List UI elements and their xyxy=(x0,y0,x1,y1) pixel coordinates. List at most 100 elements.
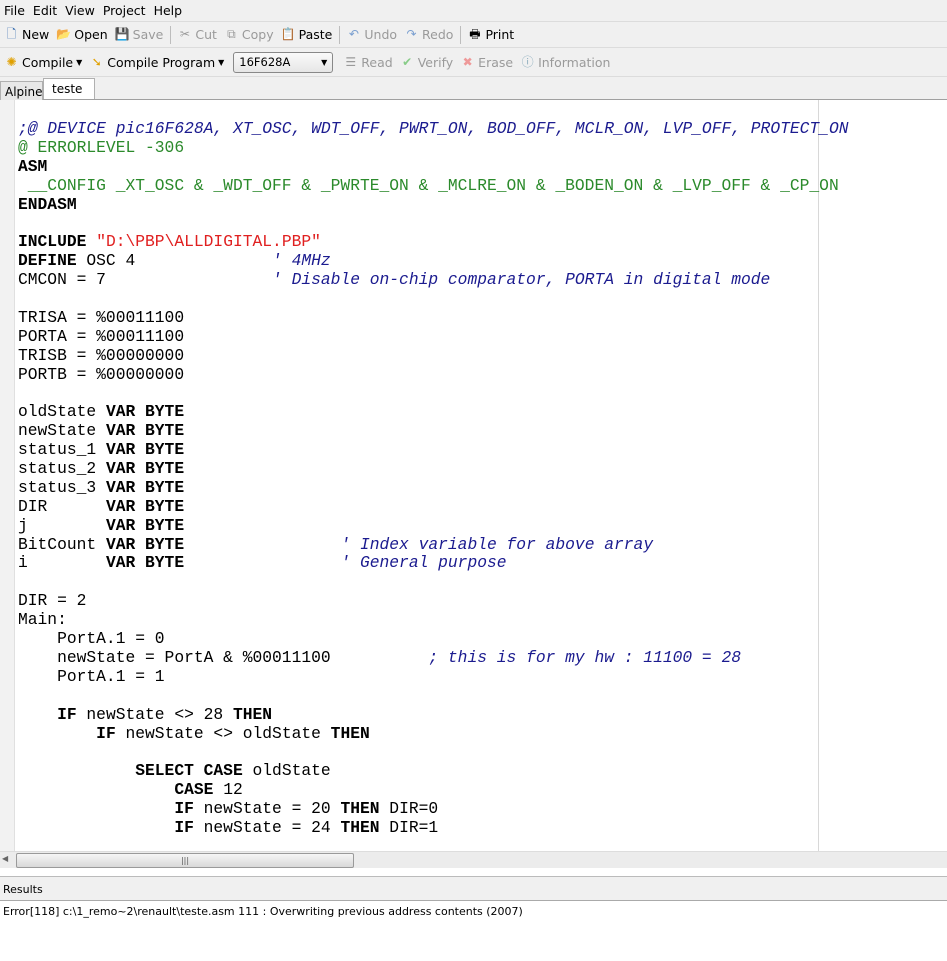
cut-button[interactable]: ✂ Cut xyxy=(177,27,217,42)
tab-teste[interactable]: teste xyxy=(43,78,95,99)
code-token: DIR=1 xyxy=(379,817,439,837)
code-token: TRISB = %00000000 xyxy=(18,345,185,365)
undo-button[interactable]: ↶ Undo xyxy=(346,27,397,42)
copy-label: Copy xyxy=(241,27,274,42)
device-value: 16F628A xyxy=(239,55,291,69)
code-line: ENDASM xyxy=(18,195,848,215)
code-token: VAR BYTE xyxy=(105,515,185,535)
verify-label: Verify xyxy=(417,54,454,70)
code-token: i xyxy=(18,553,106,573)
code-token: j xyxy=(18,515,106,535)
main-toolbar: 🗋 New 📂 Open 💾 Save ✂ Cut ⧉ Copy 📋 Paste ↶ Undo… xyxy=(0,21,947,48)
undo-label: Undo xyxy=(364,27,398,42)
code-token: ; this is for my hw : 11100 = 28 xyxy=(428,647,742,667)
verify-button[interactable]: ✔ Verify xyxy=(400,55,453,70)
menu-view[interactable]: View xyxy=(65,3,95,18)
code-token: INCLUDE xyxy=(18,232,87,252)
code-editor[interactable]: ;@ DEVICE pic16F628A, XT_OSC, WDT_OFF, P… xyxy=(0,100,947,851)
compile-button[interactable]: ✺ Compile ▼ xyxy=(4,55,82,70)
code-token: VAR BYTE xyxy=(105,402,185,422)
separator xyxy=(460,25,462,44)
redo-icon: ↷ xyxy=(406,27,417,41)
code-line: status_3 VAR BYTE xyxy=(18,477,848,498)
code-line: status_2 VAR BYTE xyxy=(18,459,848,479)
menu-project[interactable]: Project xyxy=(103,3,146,18)
new-button[interactable]: 🗋 New xyxy=(4,27,50,42)
information-label: Information xyxy=(538,54,611,70)
code-line: BitCount VAR BYTE ' Index variable for a… xyxy=(18,534,848,555)
save-icon: 💾 xyxy=(114,27,130,41)
code-token: status_3 xyxy=(18,477,106,497)
code-token: oldState xyxy=(242,761,331,781)
code-token: ;@ DEVICE pic16F628A, XT_OSC, WDT_OFF, P… xyxy=(18,119,849,138)
code-line: CMCON = 7 ' Disable on-chip comparator, … xyxy=(18,270,848,290)
copy-button[interactable]: ⧉ Copy xyxy=(224,27,274,42)
code-token: DIR xyxy=(18,496,106,516)
code-token: ' 4MHz xyxy=(272,251,331,271)
read-button[interactable]: ☰ Read xyxy=(343,55,392,70)
code-token: IF xyxy=(174,799,194,819)
code-token: DIR=0 xyxy=(379,799,439,819)
code-token: DEFINE xyxy=(18,251,77,271)
print-button[interactable]: 🖶 Print xyxy=(467,27,514,42)
results-message[interactable]: Error[118] c:\1_remo~2\renault\teste.asm… xyxy=(3,905,944,918)
compile-program-button[interactable]: ➘ Compile Program ▼ xyxy=(89,54,225,70)
code-token: @ ERRORLEVEL -306 xyxy=(18,137,185,157)
code-token: oldState xyxy=(18,402,106,422)
code-content[interactable]: ;@ DEVICE pic16F628A, XT_OSC, WDT_OFF, P… xyxy=(18,119,849,838)
results-panel: Error[118] c:\1_remo~2\renault\teste.asm… xyxy=(0,901,947,961)
code-line: INCLUDE "D:\PBP\ALLDIGITAL.PBP" xyxy=(18,232,848,252)
tab-alpine[interactable]: Alpine xyxy=(0,81,43,101)
compile-program-icon: ➘ xyxy=(91,54,102,69)
save-button[interactable]: 💾 Save xyxy=(115,27,164,42)
horizontal-scrollbar[interactable]: ◀ ||| xyxy=(0,851,947,868)
erase-button[interactable]: ✖ Erase xyxy=(460,55,513,70)
compile-label: Compile xyxy=(22,54,74,70)
device-select[interactable]: 16F628A ▼ xyxy=(233,51,334,73)
code-token: newState xyxy=(18,421,106,441)
open-folder-icon: 📂 xyxy=(56,27,72,41)
editor-gutter xyxy=(0,100,15,851)
compile-program-label: Compile Program xyxy=(107,54,216,70)
open-button[interactable]: 📂 Open xyxy=(56,27,107,42)
separator xyxy=(339,25,341,44)
code-line: IF newState <> 28 THEN xyxy=(18,704,848,725)
erase-icon: ✖ xyxy=(462,54,473,69)
code-line: DIR VAR BYTE xyxy=(18,496,848,517)
code-token: BitCount xyxy=(18,534,106,554)
code-line: oldState VAR BYTE xyxy=(18,402,848,422)
code-token: PORTA = %00011100 xyxy=(18,326,185,346)
scrollbar-thumb[interactable]: ||| xyxy=(16,853,354,868)
chevron-down-icon: ▼ xyxy=(76,57,83,67)
code-token: status_2 xyxy=(18,459,106,479)
code-token: Main: xyxy=(18,610,67,630)
results-header: Results xyxy=(0,876,947,901)
code-token: TRISA = %00011100 xyxy=(18,307,185,327)
paste-button[interactable]: 📋 Paste xyxy=(281,27,333,42)
menu-file[interactable]: File xyxy=(4,3,25,18)
document-tabs: Alpine teste xyxy=(0,77,947,101)
information-button[interactable]: ⓘ Information xyxy=(520,54,611,70)
information-icon: ⓘ xyxy=(521,54,534,69)
clipboard-icon: 📋 xyxy=(280,27,296,41)
code-token: VAR BYTE xyxy=(105,496,185,516)
code-line: TRISB = %00000000 xyxy=(18,345,848,366)
redo-button[interactable]: ↷ Redo xyxy=(404,27,454,42)
save-label: Save xyxy=(132,27,164,42)
menu-edit[interactable]: Edit xyxy=(33,3,57,18)
code-token: ' Disable on-chip comparator, PORTA in d… xyxy=(272,270,771,290)
menu-help[interactable]: Help xyxy=(154,3,183,18)
scroll-left-arrow-icon[interactable]: ◀ xyxy=(2,854,8,863)
code-token: newState <> 28 xyxy=(76,704,233,724)
menu-bar: File Edit View Project Help xyxy=(0,0,947,21)
separator xyxy=(170,25,172,44)
